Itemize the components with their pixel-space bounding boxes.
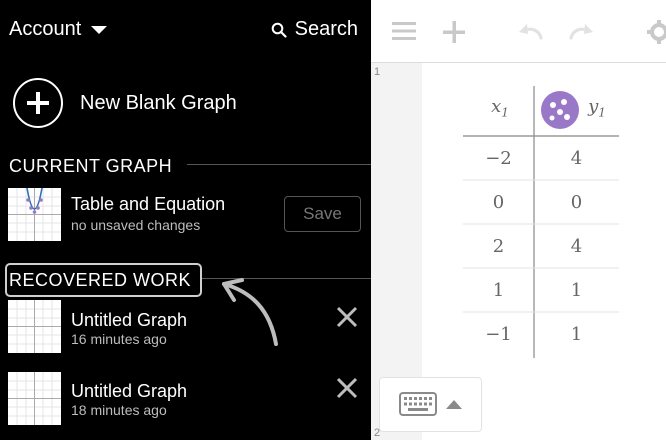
save-button[interactable]: Save [284,196,361,232]
caret-down-icon [91,25,108,34]
new-blank-graph-button[interactable]: New Blank Graph [13,76,237,130]
table-cell-y[interactable]: 1 [534,280,619,301]
close-icon [336,377,358,399]
close-icon [336,306,358,328]
new-blank-graph-label: New Blank Graph [80,91,237,114]
point-style-icon[interactable] [540,90,580,130]
redo-icon[interactable] [567,22,595,42]
graph-time: 16 minutes ago [71,331,167,347]
keyboard-icon [399,392,437,416]
undo-icon[interactable] [517,22,545,42]
recovered-graph-item[interactable]: Untitled Graph 18 minutes ago [8,372,368,428]
graph-status: no unsaved changes [71,217,201,233]
search-button[interactable]: Search [271,18,358,41]
graph-thumbnail [8,300,61,353]
keypad-toggle-button[interactable] [379,377,482,432]
table-cell-x[interactable]: −2 [463,148,534,169]
graph-title: Untitled Graph [71,381,188,401]
account-menu-button[interactable]: Account [9,18,108,41]
table-cell-x[interactable]: 0 [463,192,534,213]
table-cell-y[interactable]: 0 [534,192,619,213]
table-cell-x[interactable]: −1 [463,324,534,345]
current-graph-heading: CURRENT GRAPH [9,156,173,176]
graph-sidebar: Account Search New Blank Graph CURRENT G… [0,0,371,440]
search-label: Search [294,18,358,40]
column-header-x[interactable]: x1 [485,96,515,120]
graph-thumbnail [8,188,61,241]
search-icon [271,22,287,38]
graph-time: 18 minutes ago [71,402,167,418]
table-cell-x[interactable]: 2 [463,236,534,257]
section-divider [187,164,371,165]
recovered-graph-item[interactable]: Untitled Graph 16 minutes ago [8,300,368,356]
chevron-up-icon [446,400,462,409]
remove-graph-button[interactable] [333,303,361,331]
expression-toolbar [371,0,666,62]
gear-icon[interactable] [647,20,666,44]
line-number: 1 [374,66,381,78]
column-header-y[interactable]: y1 [581,96,613,120]
table-cell-y[interactable]: 4 [534,236,619,257]
hamburger-icon[interactable] [392,20,416,42]
graph-title: Untitled Graph [71,310,188,330]
sidebar-topbar: Account Search [0,0,371,62]
table-cell-x[interactable]: 1 [463,280,534,301]
table-cell-y[interactable]: 4 [534,148,619,169]
plus-circle-icon [13,78,63,128]
remove-graph-button[interactable] [333,374,361,402]
account-label: Account [9,18,82,40]
recovered-work-heading: RECOVERED WORK [9,270,192,290]
plus-icon[interactable] [442,20,466,44]
graph-title: Table and Equation [71,194,226,214]
table-cell-y[interactable]: 1 [534,324,619,345]
expression-panel: 1 2 x1 y1 −2 4 0 0 2 4 1 1 −1 1 [371,0,666,440]
graph-thumbnail [8,372,61,425]
